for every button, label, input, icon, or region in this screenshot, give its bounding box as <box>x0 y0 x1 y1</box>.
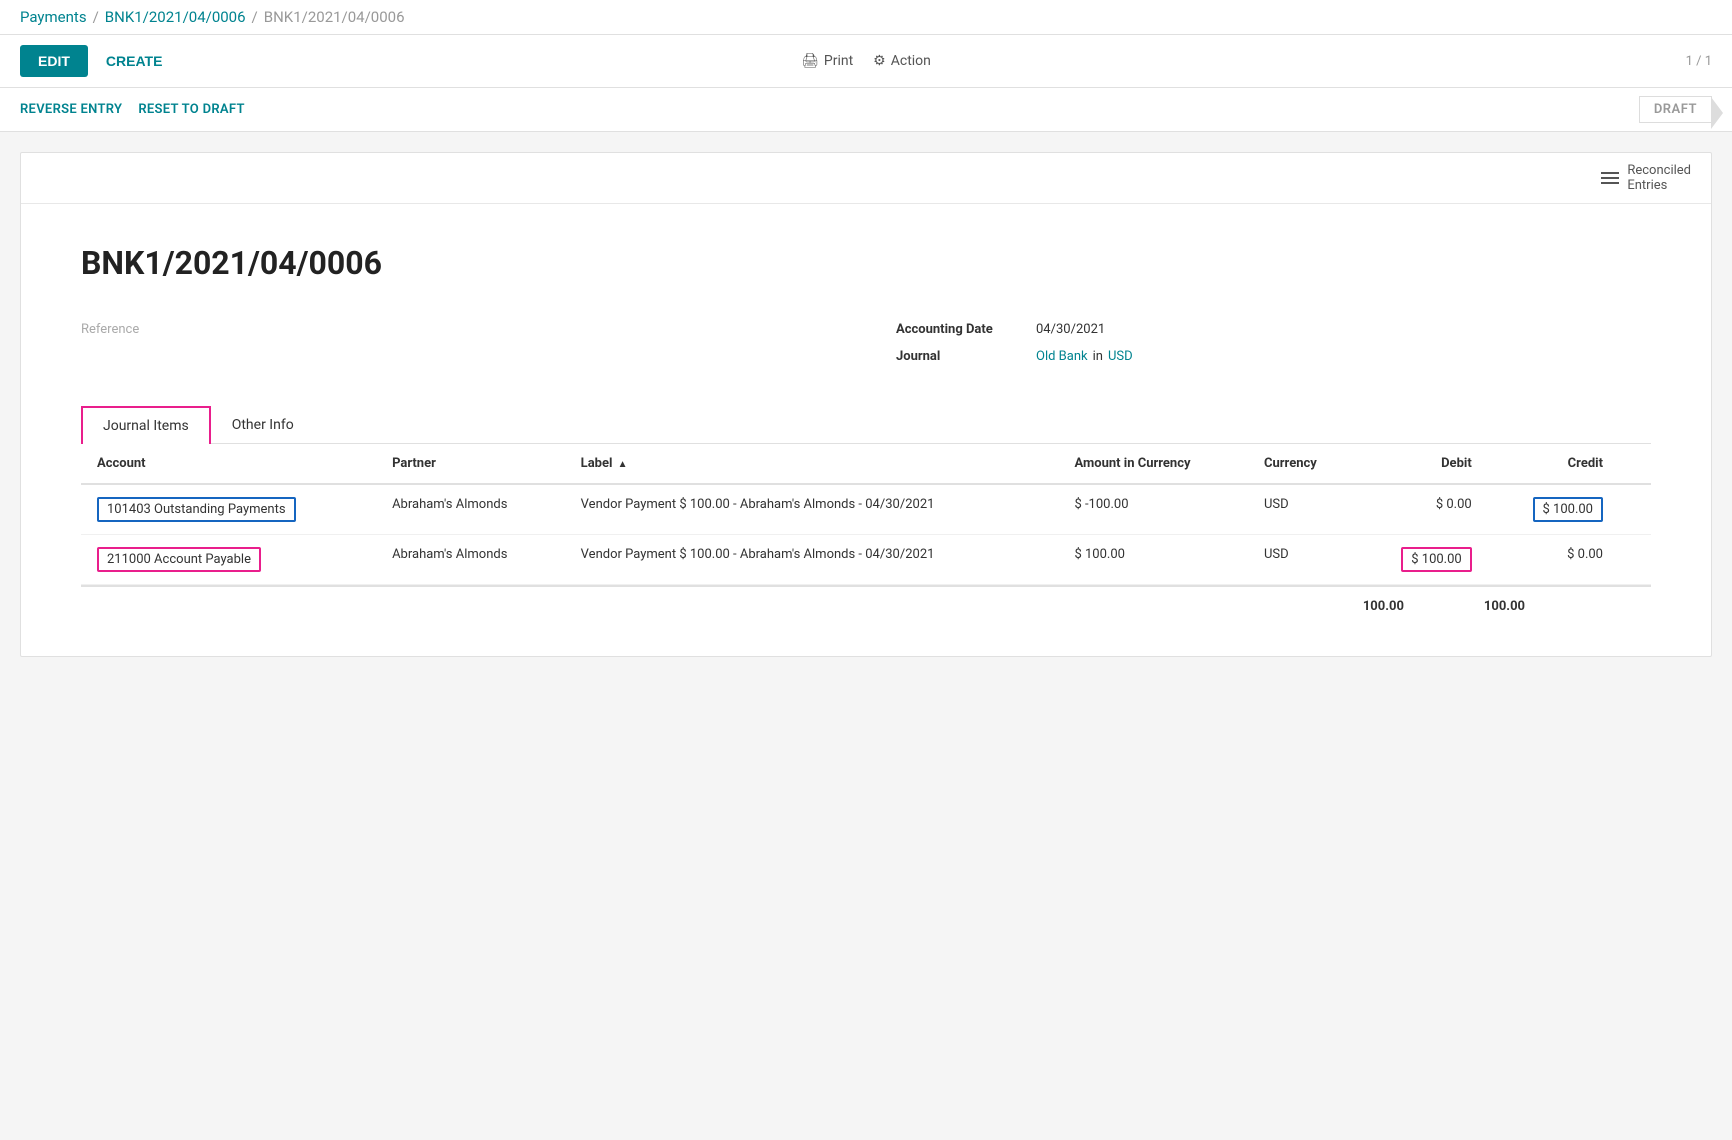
journal-currency-value[interactable]: USD <box>1108 349 1133 364</box>
col-label[interactable]: Label ▲ <box>565 444 1059 484</box>
row2-partner: Abraham's Almonds <box>376 535 565 585</box>
field-group-left: Reference <box>81 322 836 376</box>
journal-in: in <box>1093 349 1103 364</box>
breadcrumb-sep1: / <box>93 8 99 26</box>
page-indicator: 1 / 1 <box>1686 54 1712 69</box>
row2-credit: $ 0.00 <box>1488 535 1619 585</box>
form-fields: Reference Accounting Date 04/30/2021 Jou… <box>81 322 1651 376</box>
accounting-date-label: Accounting Date <box>896 322 1036 337</box>
breadcrumb-ref1[interactable]: BNK1/2021/04/0006 <box>105 8 246 26</box>
row1-more <box>1619 484 1651 535</box>
row2-debit: $ 100.00 <box>1357 535 1488 585</box>
breadcrumb-payments[interactable]: Payments <box>20 8 87 26</box>
row2-amount-currency: $ 100.00 <box>1058 535 1248 585</box>
debit-total: 100.00 <box>1363 599 1404 614</box>
table-header-row: Account Partner Label ▲ Amount in Curren… <box>81 444 1651 484</box>
create-button[interactable]: CREATE <box>88 45 181 77</box>
tab-journal-items[interactable]: Journal Items <box>81 406 211 444</box>
row1-credit: $ 100.00 <box>1488 484 1619 535</box>
table-row: 101403 Outstanding Payments Abraham's Al… <box>81 484 1651 535</box>
col-partner: Partner <box>376 444 565 484</box>
table-footer: 100.00 100.00 <box>81 585 1651 626</box>
breadcrumb-sep2: / <box>252 8 258 26</box>
journal-label: Journal <box>896 349 1036 364</box>
reference-field-row: Reference <box>81 322 836 337</box>
journal-row: Journal Old Bank in USD <box>896 349 1651 364</box>
printer-icon: 🖨 <box>801 53 819 69</box>
tab-other-info[interactable]: Other Info <box>211 406 315 444</box>
status-badge: DRAFT <box>1639 96 1712 123</box>
reconciled-header: Reconciled Entries <box>21 153 1711 204</box>
col-more <box>1619 444 1651 484</box>
tabs: Journal Items Other Info <box>81 406 1651 444</box>
toolbar: EDIT CREATE 🖨 Print ⚙ Action 1 / 1 <box>0 35 1732 88</box>
breadcrumb: Payments / BNK1/2021/04/0006 / BNK1/2021… <box>0 0 1732 35</box>
col-debit: Debit <box>1357 444 1488 484</box>
credit-total: 100.00 <box>1484 599 1525 614</box>
journal-table: Account Partner Label ▲ Amount in Curren… <box>81 444 1651 585</box>
print-button[interactable]: 🖨 Print <box>801 53 853 69</box>
sort-arrow-label: ▲ <box>618 459 628 470</box>
field-group-right: Accounting Date 04/30/2021 Journal Old B… <box>896 322 1651 376</box>
row1-account[interactable]: 101403 Outstanding Payments <box>81 484 376 535</box>
form-title: BNK1/2021/04/0006 <box>81 244 1651 282</box>
row1-partner: Abraham's Almonds <box>376 484 565 535</box>
row2-label: Vendor Payment $ 100.00 - Abraham's Almo… <box>565 535 1059 585</box>
reset-to-draft-button[interactable]: RESET TO DRAFT <box>138 90 260 129</box>
edit-button[interactable]: EDIT <box>20 45 88 77</box>
gear-icon: ⚙ <box>873 53 886 69</box>
form-body: BNK1/2021/04/0006 Reference Accounting D… <box>21 204 1711 656</box>
action-button[interactable]: ⚙ Action <box>873 53 931 69</box>
table-row: 211000 Account Payable Abraham's Almonds… <box>81 535 1651 585</box>
row1-label: Vendor Payment $ 100.00 - Abraham's Almo… <box>565 484 1059 535</box>
col-account: Account <box>81 444 376 484</box>
reference-label: Reference <box>81 322 201 337</box>
hamburger-icon <box>1601 172 1619 184</box>
journal-bank-value[interactable]: Old Bank <box>1036 349 1088 364</box>
row1-currency: USD <box>1248 484 1357 535</box>
accounting-date-value: 04/30/2021 <box>1036 322 1105 337</box>
reverse-entry-button[interactable]: REVERSE ENTRY <box>20 90 138 129</box>
accounting-date-row: Accounting Date 04/30/2021 <box>896 322 1651 337</box>
reconciled-entries-button[interactable]: Reconciled Entries <box>1601 163 1691 193</box>
main-content: Reconciled Entries BNK1/2021/04/0006 Ref… <box>0 132 1732 697</box>
action-bar: REVERSE ENTRY RESET TO DRAFT DRAFT <box>0 88 1732 132</box>
row2-more <box>1619 535 1651 585</box>
col-credit: Credit <box>1488 444 1619 484</box>
row2-account[interactable]: 211000 Account Payable <box>81 535 376 585</box>
row1-debit: $ 0.00 <box>1357 484 1488 535</box>
breadcrumb-current: BNK1/2021/04/0006 <box>264 8 405 26</box>
col-amount-currency: Amount in Currency <box>1058 444 1248 484</box>
reconciled-entries-label: Reconciled Entries <box>1627 163 1691 193</box>
row2-currency: USD <box>1248 535 1357 585</box>
col-currency: Currency <box>1248 444 1357 484</box>
form-card: Reconciled Entries BNK1/2021/04/0006 Ref… <box>20 152 1712 657</box>
row1-amount-currency: $ -100.00 <box>1058 484 1248 535</box>
